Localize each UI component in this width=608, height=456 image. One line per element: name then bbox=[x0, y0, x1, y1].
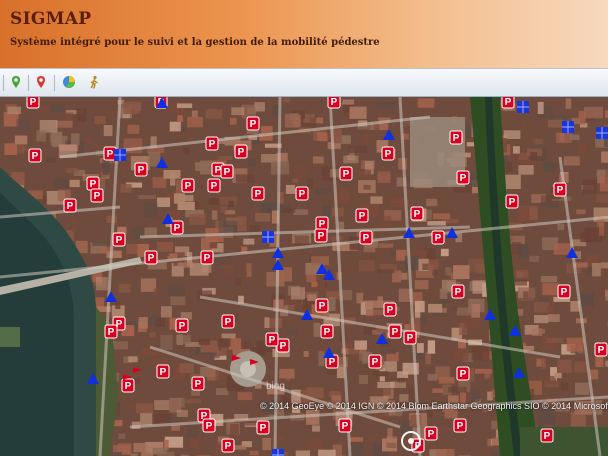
compass-icon bbox=[401, 431, 421, 451]
parking-marker-label: P bbox=[319, 219, 326, 230]
parking-marker-label: P bbox=[359, 211, 366, 222]
parking-marker-label: P bbox=[108, 327, 115, 338]
parking-marker-label: P bbox=[90, 179, 97, 190]
pedestrian-button[interactable] bbox=[86, 75, 102, 91]
parking-marker-label: P bbox=[204, 253, 211, 264]
parking-marker-label: P bbox=[544, 431, 551, 442]
parking-marker-label: P bbox=[138, 165, 145, 176]
parking-marker-label: P bbox=[299, 189, 306, 200]
parking-marker-label: P bbox=[195, 379, 202, 390]
parking-marker-label: P bbox=[329, 357, 336, 368]
parking-marker-label: P bbox=[435, 233, 442, 244]
parking-marker-label: P bbox=[148, 253, 155, 264]
parking-marker-label: P bbox=[385, 149, 392, 160]
parking-marker-label: P bbox=[407, 333, 414, 344]
parking-marker-label: P bbox=[179, 321, 186, 332]
parking-marker-label: P bbox=[342, 421, 349, 432]
parking-marker-label: P bbox=[598, 345, 605, 356]
app-header: SIGMAP Système intégré pour le suivi et … bbox=[0, 0, 608, 68]
parking-marker-label: P bbox=[211, 181, 218, 192]
parking-marker-label: P bbox=[225, 317, 232, 328]
map-toolbar bbox=[0, 68, 608, 97]
parking-marker-label: P bbox=[460, 369, 467, 380]
parking-marker-label: P bbox=[363, 233, 370, 244]
parking-marker-label: P bbox=[225, 441, 232, 452]
app-title: SIGMAP bbox=[10, 9, 92, 29]
parking-marker-label: P bbox=[392, 327, 399, 338]
parking-marker-label: P bbox=[428, 429, 435, 440]
parking-marker-label: P bbox=[260, 423, 267, 434]
navigation-control[interactable] bbox=[400, 430, 422, 452]
parking-marker-label: P bbox=[372, 357, 379, 368]
parking-marker-label: P bbox=[255, 189, 262, 200]
app-subtitle: Système intégré pour le suivi et la gest… bbox=[10, 37, 380, 48]
map-pin-green-icon bbox=[9, 74, 23, 93]
parking-marker-label: P bbox=[224, 167, 231, 178]
parking-marker-label: P bbox=[125, 381, 132, 392]
parking-marker-label: P bbox=[238, 147, 245, 158]
toolbar-separator bbox=[54, 75, 55, 91]
bing-logo: bing bbox=[266, 381, 285, 392]
parking-marker-label: P bbox=[269, 335, 276, 346]
parking-marker-label: P bbox=[414, 209, 421, 220]
parking-marker-label: P bbox=[280, 341, 287, 352]
parking-marker-label: P bbox=[206, 421, 213, 432]
parking-marker-label: P bbox=[250, 119, 257, 130]
parking-marker-label: P bbox=[94, 191, 101, 202]
parking-marker-label: P bbox=[107, 149, 114, 160]
parking-marker-label: P bbox=[174, 223, 181, 234]
map-pin-red-icon bbox=[34, 74, 48, 93]
parking-marker-label: P bbox=[509, 197, 516, 208]
parking-marker-label: P bbox=[319, 301, 326, 312]
parking-marker-label: P bbox=[331, 97, 338, 108]
map-attribution: © 2014 GeoEye © 2014 IGN © 2014 Blom Ear… bbox=[260, 401, 608, 411]
parking-marker-label: P bbox=[561, 287, 568, 298]
parking-marker-label: P bbox=[505, 97, 512, 108]
parking-marker-label: P bbox=[116, 235, 123, 246]
parking-marker-label: P bbox=[557, 185, 564, 196]
parking-marker-label: P bbox=[209, 139, 216, 150]
statistics-button[interactable] bbox=[61, 75, 77, 91]
parking-marker-label: P bbox=[30, 97, 37, 108]
parking-marker-label: P bbox=[185, 181, 192, 192]
parking-marker-label: P bbox=[318, 231, 325, 242]
parking-marker-label: P bbox=[32, 151, 39, 162]
remove-marker-button[interactable] bbox=[33, 75, 49, 91]
add-marker-button[interactable] bbox=[8, 75, 24, 91]
parking-marker-label: P bbox=[457, 421, 464, 432]
parking-marker-label: P bbox=[453, 133, 460, 144]
pie-chart-icon bbox=[62, 74, 76, 93]
toolbar-separator bbox=[3, 75, 4, 91]
parking-marker-label: P bbox=[160, 367, 167, 378]
map-view[interactable]: P P P P P P P P P P P P P P P P P P P P P P P P P P P P P P P P P P P P P P P P… bbox=[0, 97, 608, 456]
parking-marker-label: P bbox=[387, 305, 394, 316]
toolbar-separator bbox=[28, 75, 29, 91]
parking-marker-label: P bbox=[343, 169, 350, 180]
parking-marker-label: P bbox=[67, 201, 74, 212]
parking-marker-label: P bbox=[324, 327, 331, 338]
pedestrian-icon bbox=[87, 74, 101, 93]
parking-marker-label: P bbox=[455, 287, 462, 298]
parking-marker-label: P bbox=[460, 173, 467, 184]
